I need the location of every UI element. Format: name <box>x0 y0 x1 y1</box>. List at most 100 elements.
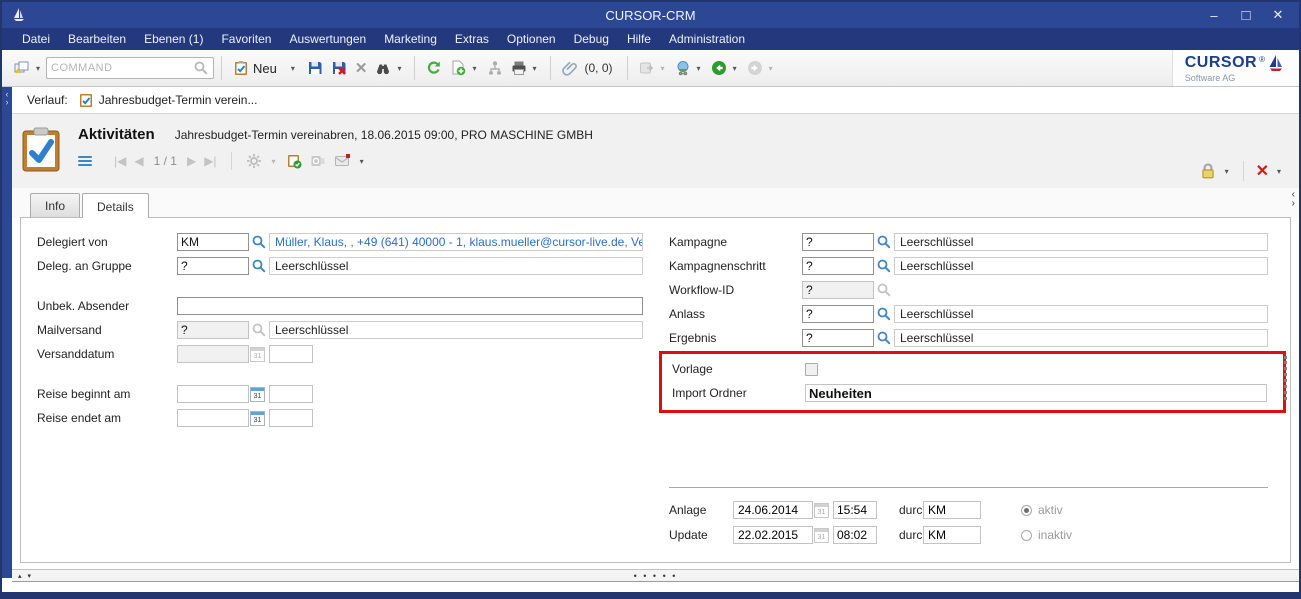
reise-endet-time-input[interactable] <box>269 409 313 427</box>
ergebnis-input[interactable] <box>802 329 874 347</box>
record-pager: 1 / 1 <box>152 154 179 168</box>
prev-record-icon[interactable]: ◀ <box>134 154 143 168</box>
neu-button[interactable]: Neu <box>229 57 281 79</box>
kampagne-lookup-icon[interactable] <box>876 234 892 250</box>
menu-datei[interactable]: Datei <box>14 30 58 48</box>
aktiv-radio-option[interactable]: aktiv <box>1021 503 1063 517</box>
new-window-star-icon <box>14 60 30 76</box>
back-button[interactable]: ▾ <box>707 57 743 79</box>
delegiert-von-input[interactable] <box>177 233 249 251</box>
aktiv-label: aktiv <box>1038 503 1063 517</box>
delegiert-von-lookup-icon[interactable] <box>251 234 267 250</box>
first-record-icon[interactable]: |◀ <box>114 154 126 168</box>
menu-optionen[interactable]: Optionen <box>499 30 564 48</box>
forward-button[interactable]: ▾ <box>743 57 779 79</box>
print-caret-icon[interactable]: ▾ <box>531 64 539 73</box>
workflow-button[interactable] <box>483 57 507 79</box>
reise-beginnt-calendar-icon[interactable]: 31 <box>250 387 265 402</box>
close-button[interactable]: ✕ <box>1271 7 1285 23</box>
menu-hilfe[interactable]: Hilfe <box>619 30 659 48</box>
brand-sailboat-icon <box>1267 54 1285 74</box>
minimize-button[interactable]: – <box>1207 8 1221 23</box>
print-button[interactable]: ▾ <box>507 57 543 79</box>
next-record-icon[interactable]: ▶ <box>187 154 196 168</box>
collapse-right-icon[interactable]: › <box>6 98 9 106</box>
workflow-id-input[interactable] <box>802 281 874 299</box>
menu-administration[interactable]: Administration <box>661 30 753 48</box>
new-document-caret-icon[interactable]: ▾ <box>470 64 478 73</box>
export-caret-icon[interactable]: ▾ <box>659 64 667 73</box>
mail-button[interactable] <box>334 153 350 169</box>
outlook-icon[interactable] <box>310 153 326 169</box>
refresh-button[interactable] <box>422 57 446 79</box>
web-contact-button[interactable]: ▾ <box>671 57 707 79</box>
history-item[interactable]: Jahresbudget-Termin verein... <box>78 92 258 108</box>
anlass-input[interactable] <box>802 305 874 323</box>
reise-beginnt-time-input[interactable] <box>269 385 313 403</box>
menu-debug[interactable]: Debug <box>566 30 617 48</box>
command-search-icon[interactable] <box>193 60 209 76</box>
splitter-dots-handle[interactable]: • • • • • <box>12 571 1299 581</box>
mailversand-input[interactable] <box>177 321 249 339</box>
save-close-button[interactable] <box>327 57 351 79</box>
new-document-button[interactable]: ▾ <box>446 57 482 79</box>
versanddatum-date-input[interactable] <box>177 345 249 363</box>
ergebnis-lookup-icon[interactable] <box>876 330 892 346</box>
kampagnenschritt-input[interactable] <box>802 257 874 275</box>
menu-favoriten[interactable]: Favoriten <box>213 30 279 48</box>
web-contact-caret-icon[interactable]: ▾ <box>695 64 703 73</box>
menu-extras[interactable]: Extras <box>447 30 497 48</box>
discard-button[interactable]: ✕ <box>351 56 372 80</box>
reise-beginnt-date-input[interactable] <box>177 385 249 403</box>
import-ordner-input[interactable] <box>805 384 1267 402</box>
command-input[interactable] <box>51 62 193 74</box>
lock-icon[interactable] <box>1199 162 1217 180</box>
reise-endet-date-input[interactable] <box>177 409 249 427</box>
inaktiv-radio-option[interactable]: inaktiv <box>1021 528 1072 542</box>
aktiv-radio[interactable] <box>1021 505 1032 516</box>
panel-collapse-handles[interactable]: ‹ › <box>1292 190 1295 208</box>
search-caret-icon[interactable]: ▾ <box>395 64 403 73</box>
vorlage-checkbox[interactable] <box>805 363 818 376</box>
lock-caret-icon[interactable]: ▾ <box>1223 167 1231 176</box>
neu-caret-icon[interactable]: ▾ <box>289 64 297 73</box>
forward-caret-icon[interactable]: ▾ <box>767 64 775 73</box>
settings-gear-icon[interactable] <box>246 153 262 169</box>
menu-ebenen[interactable]: Ebenen (1) <box>136 30 211 48</box>
menu-bearbeiten[interactable]: Bearbeiten <box>60 30 134 48</box>
vorlage-label: Vorlage <box>672 362 805 376</box>
new-window-button[interactable]: ▾ <box>10 57 46 79</box>
save-button[interactable] <box>303 57 327 79</box>
list-menu-icon[interactable] <box>78 156 92 166</box>
maximize-button[interactable]: □ <box>1239 7 1253 24</box>
collapse-right-icon[interactable]: › <box>1292 199 1295 208</box>
export-button[interactable]: ▾ <box>635 57 671 79</box>
new-window-caret-icon[interactable]: ▾ <box>34 64 42 73</box>
kampagnenschritt-lookup-icon[interactable] <box>876 258 892 274</box>
delete-record-icon[interactable]: ✕ <box>1256 161 1269 181</box>
menu-marketing[interactable]: Marketing <box>376 30 445 48</box>
task-check-icon[interactable] <box>286 153 302 169</box>
kampagne-input[interactable] <box>802 233 874 251</box>
tab-info[interactable]: Info <box>30 193 80 217</box>
search-binoculars-button[interactable]: ▾ <box>371 57 407 79</box>
splitter-handle[interactable] <box>1284 356 1287 400</box>
attachments-button[interactable]: (0, 0) <box>558 57 620 79</box>
tab-details[interactable]: Details <box>82 193 149 218</box>
reise-endet-calendar-icon[interactable]: 31 <box>250 411 265 426</box>
settings-caret-icon[interactable]: ▾ <box>270 157 278 166</box>
deleg-an-gruppe-lookup-icon[interactable] <box>251 258 267 274</box>
inaktiv-radio[interactable] <box>1021 530 1032 541</box>
back-caret-icon[interactable]: ▾ <box>731 64 739 73</box>
last-record-icon[interactable]: ▶| <box>204 154 216 168</box>
history-item-label[interactable]: Jahresbudget-Termin verein... <box>99 93 258 107</box>
mail-caret-icon[interactable]: ▾ <box>358 157 366 166</box>
unbek-absender-input[interactable] <box>177 297 643 315</box>
deleg-an-gruppe-input[interactable] <box>177 257 249 275</box>
versanddatum-time-input[interactable] <box>269 345 313 363</box>
menu-auswertungen[interactable]: Auswertungen <box>281 30 374 48</box>
bottom-splitter-bar[interactable]: ▴ ▾ • • • • • <box>12 569 1299 582</box>
delete-caret-icon[interactable]: ▾ <box>1275 167 1283 176</box>
left-collapse-strip[interactable]: ‹ › <box>2 87 12 578</box>
anlass-lookup-icon[interactable] <box>876 306 892 322</box>
